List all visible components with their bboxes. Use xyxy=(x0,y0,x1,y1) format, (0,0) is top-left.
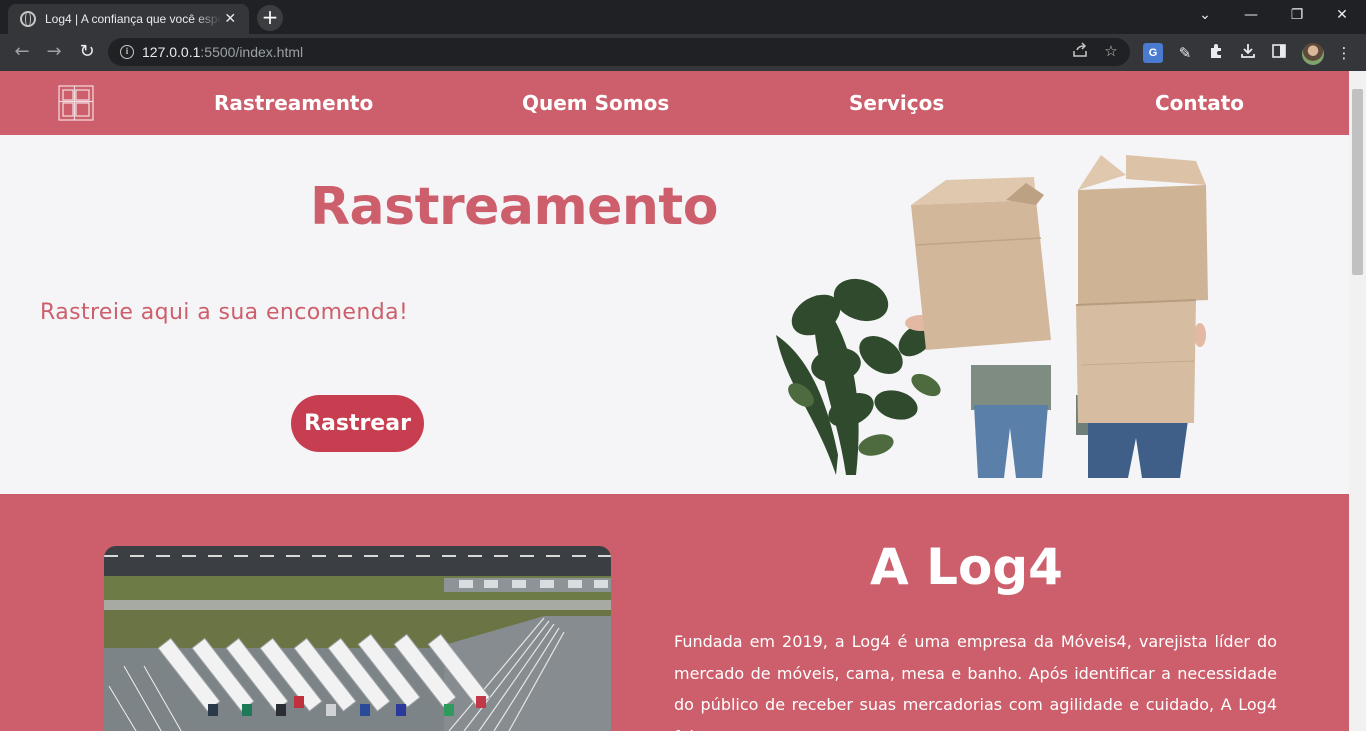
back-button[interactable]: ← xyxy=(10,41,34,65)
scrollbar-thumb[interactable] xyxy=(1352,89,1363,275)
track-button[interactable]: Rastrear xyxy=(291,395,424,452)
browser-toolbar: ← → ↻ i 127.0.0.1:5500/index.html ☆ G ✎ … xyxy=(0,34,1366,71)
site-header: Rastreamento Quem Somos Serviços Contato xyxy=(0,71,1349,135)
tab-close-icon[interactable]: ✕ xyxy=(221,11,239,27)
trucks-parking-image xyxy=(104,546,611,731)
pen-extension-icon[interactable]: ✎ xyxy=(1175,43,1195,63)
about-title: A Log4 xyxy=(870,538,1063,596)
restore-button[interactable]: ❐ xyxy=(1284,5,1310,25)
nav-quem-somos[interactable]: Quem Somos xyxy=(522,91,669,115)
tab-title: Log4 | A confiança que você espera xyxy=(45,12,222,26)
page-viewport: Rastreamento Quem Somos Serviços Contato… xyxy=(0,71,1349,731)
translate-extension-icon[interactable]: G xyxy=(1143,43,1163,63)
globe-icon xyxy=(20,11,36,27)
close-window-button[interactable]: ✕ xyxy=(1329,5,1355,25)
about-section: A Log4 Fundada em 2019, a Log4 é uma emp… xyxy=(0,494,1349,731)
side-panel-icon[interactable] xyxy=(1269,43,1289,63)
share-icon[interactable] xyxy=(1070,42,1090,62)
about-text: Fundada em 2019, a Log4 é uma empresa da… xyxy=(674,632,1277,731)
nav-servicos[interactable]: Serviços xyxy=(849,91,944,115)
puzzle-icon[interactable] xyxy=(1206,43,1226,63)
nav-rastreamento[interactable]: Rastreamento xyxy=(214,91,373,115)
minimize-button[interactable]: — xyxy=(1238,5,1264,25)
browser-tab-strip: Log4 | A confiança que você espera ✕ + ⌄… xyxy=(0,0,1366,34)
browser-tab[interactable]: Log4 | A confiança que você espera ✕ xyxy=(8,4,249,34)
new-tab-button[interactable]: + xyxy=(257,5,283,31)
star-icon[interactable]: ☆ xyxy=(1101,42,1121,60)
hero-title: Rastreamento xyxy=(310,177,719,237)
page-scrollbar[interactable] xyxy=(1349,71,1366,731)
download-icon[interactable] xyxy=(1238,43,1258,63)
url-host: 127.0.0.1 xyxy=(142,44,201,60)
info-icon[interactable]: i xyxy=(120,45,134,59)
avatar[interactable] xyxy=(1302,43,1324,65)
log4-logo-icon[interactable] xyxy=(58,85,94,121)
url-text[interactable]: 127.0.0.1:5500/index.html xyxy=(142,44,303,60)
nav-contato[interactable]: Contato xyxy=(1155,91,1244,115)
url-path: :5500/index.html xyxy=(200,44,304,60)
people-with-boxes-image xyxy=(776,155,1208,478)
forward-button[interactable]: → xyxy=(42,41,66,65)
menu-icon[interactable]: ⋮ xyxy=(1334,43,1354,63)
reload-button[interactable]: ↻ xyxy=(75,41,99,65)
hero-section: Rastreamento Rastreie aqui a sua encomen… xyxy=(0,135,1349,494)
tab-search-icon[interactable]: ⌄ xyxy=(1192,5,1218,25)
hero-subtitle: Rastreie aqui a sua encomenda! xyxy=(40,300,409,325)
address-bar[interactable]: i 127.0.0.1:5500/index.html ☆ xyxy=(108,38,1130,66)
